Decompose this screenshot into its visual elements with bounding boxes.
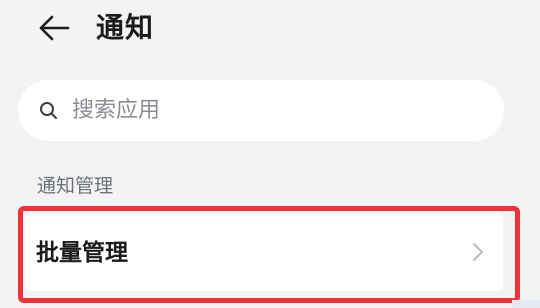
search-input[interactable] xyxy=(72,98,472,123)
highlight-frame xyxy=(18,206,520,303)
partial-element xyxy=(512,300,540,308)
top-bar: 通知 xyxy=(0,0,540,56)
back-button[interactable] xyxy=(34,10,74,46)
page-title: 通知 xyxy=(96,11,155,44)
arrow-left-icon xyxy=(39,15,70,41)
section-label: 通知管理 xyxy=(37,175,114,197)
search-icon xyxy=(38,100,60,122)
search-bar[interactable] xyxy=(18,80,504,141)
